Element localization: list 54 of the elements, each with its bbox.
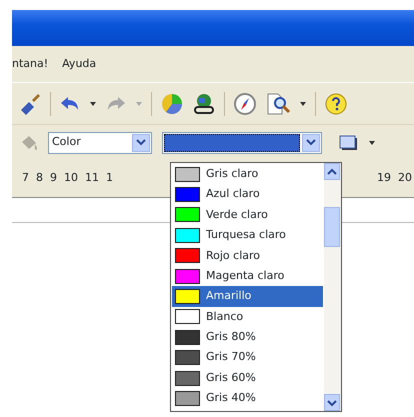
color-option[interactable]: Gris 70% xyxy=(172,348,323,368)
option-label: Gris claro xyxy=(206,166,258,182)
option-label: Amarillo xyxy=(206,288,252,304)
color-dropdown-field[interactable] xyxy=(162,132,322,154)
color-option[interactable]: Azul claro xyxy=(172,184,323,205)
ruler-number: 11 xyxy=(85,170,99,186)
caret-icon[interactable] xyxy=(89,100,97,108)
color-option[interactable]: Gris 60% xyxy=(172,368,323,388)
style-dropdown[interactable]: Color xyxy=(48,132,152,154)
caret-icon xyxy=(135,100,143,108)
color-option[interactable]: Rojo claro xyxy=(172,246,323,266)
option-label: Gris 40% xyxy=(206,390,256,406)
zoom-icon[interactable] xyxy=(265,92,291,116)
help-icon[interactable] xyxy=(324,92,348,116)
scrollbar[interactable] xyxy=(324,163,341,411)
ruler-number: 9 xyxy=(50,170,57,186)
menu-item[interactable]: ntana! xyxy=(12,56,48,72)
color-option[interactable]: Turquesa claro xyxy=(172,225,323,246)
compass-icon[interactable] xyxy=(233,92,257,116)
option-label: Gris 60% xyxy=(206,370,256,386)
color-option[interactable]: Gris 80% xyxy=(172,327,323,348)
scroll-down-button[interactable] xyxy=(324,394,340,411)
option-label: Rojo claro xyxy=(206,248,260,264)
ruler-number: 19 xyxy=(377,170,391,186)
option-label: Blanco xyxy=(206,308,244,325)
color-option[interactable]: Amarillo xyxy=(172,286,323,307)
chevron-down-icon xyxy=(306,138,316,146)
color-option[interactable]: Gris claro xyxy=(172,164,323,184)
color-option[interactable]: Verde claro xyxy=(172,204,323,226)
chevron-down-icon xyxy=(136,138,146,146)
ruler-number: 7 xyxy=(22,170,29,186)
color-option[interactable]: Magenta claro xyxy=(172,266,323,286)
ruler-number: 1 xyxy=(106,170,113,186)
option-label: Gris 80% xyxy=(206,329,256,346)
scroll-thumb[interactable] xyxy=(324,207,340,247)
ruler-number: 8 xyxy=(36,170,43,186)
caret-icon[interactable] xyxy=(299,100,307,108)
color-option[interactable]: Gris 40% xyxy=(172,388,323,409)
shadow-icon[interactable] xyxy=(338,132,360,152)
chevron-up-icon xyxy=(327,168,337,176)
color-option[interactable]: Blanco xyxy=(172,306,323,328)
option-label: Azul claro xyxy=(206,186,260,202)
scroll-up-button[interactable] xyxy=(324,163,340,180)
pie-chart-icon[interactable] xyxy=(160,92,184,116)
option-label: Turquesa claro xyxy=(206,227,286,244)
ruler-number: 10 xyxy=(64,170,78,186)
option-label: Magenta claro xyxy=(206,268,284,284)
globe-link-icon[interactable] xyxy=(192,92,216,116)
caret-icon[interactable] xyxy=(368,138,376,146)
option-label: Gris 70% xyxy=(206,349,256,366)
option-label: Verde claro xyxy=(206,206,268,223)
chevron-down-icon xyxy=(327,398,337,406)
ruler-number: 20 xyxy=(398,170,412,186)
menu-item[interactable]: Ayuda xyxy=(62,56,96,72)
